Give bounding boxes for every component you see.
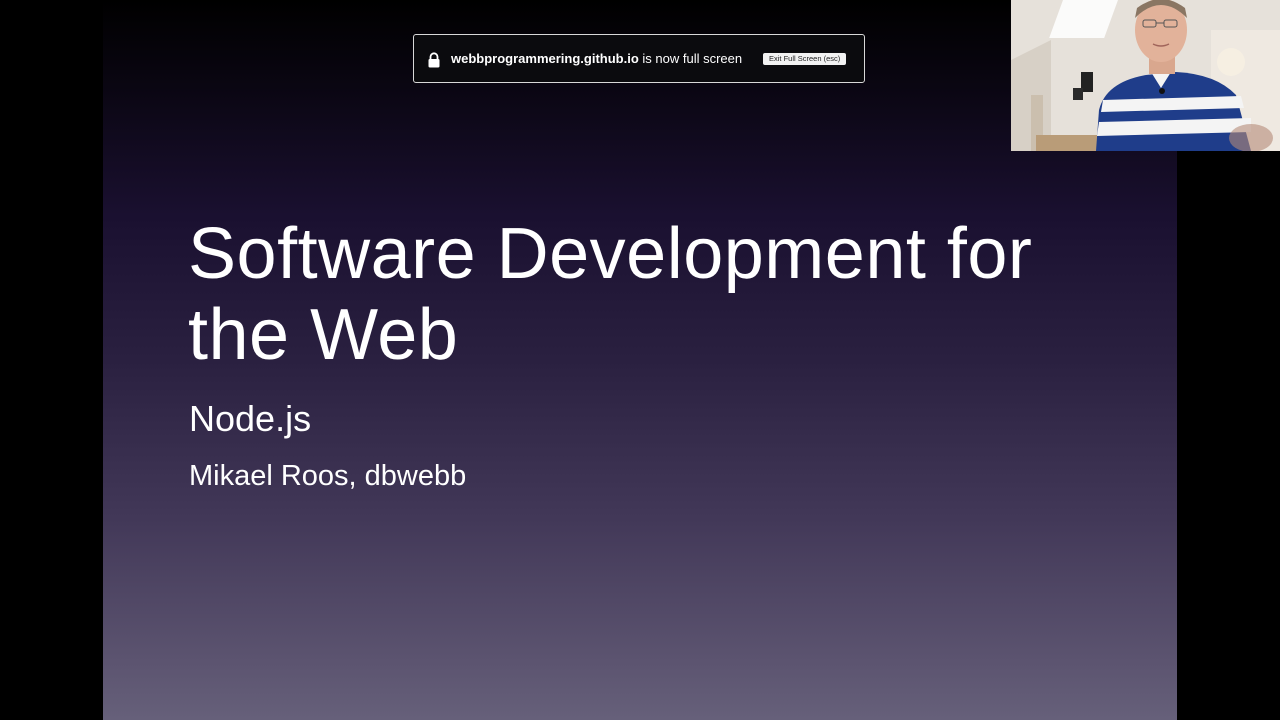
fullscreen-domain: webbprogrammering.github.io xyxy=(451,51,639,66)
lock-icon xyxy=(428,52,440,68)
exit-fullscreen-button[interactable]: Exit Full Screen (esc) xyxy=(763,53,847,65)
presenter-video xyxy=(1011,0,1280,151)
screen: Software Development for the Web Node.js… xyxy=(0,0,1280,720)
fullscreen-status-text: is now full screen xyxy=(638,51,743,66)
slide-title: Software Development for the Web xyxy=(188,214,1033,375)
fullscreen-notification: webbprogrammering.github.io is now full … xyxy=(413,34,865,83)
slide-subtitle: Node.js xyxy=(189,398,312,439)
slide-author: Mikael Roos, dbwebb xyxy=(189,460,467,492)
fullscreen-message: webbprogrammering.github.io is now full … xyxy=(451,51,742,66)
webcam-overlay xyxy=(1011,0,1280,151)
